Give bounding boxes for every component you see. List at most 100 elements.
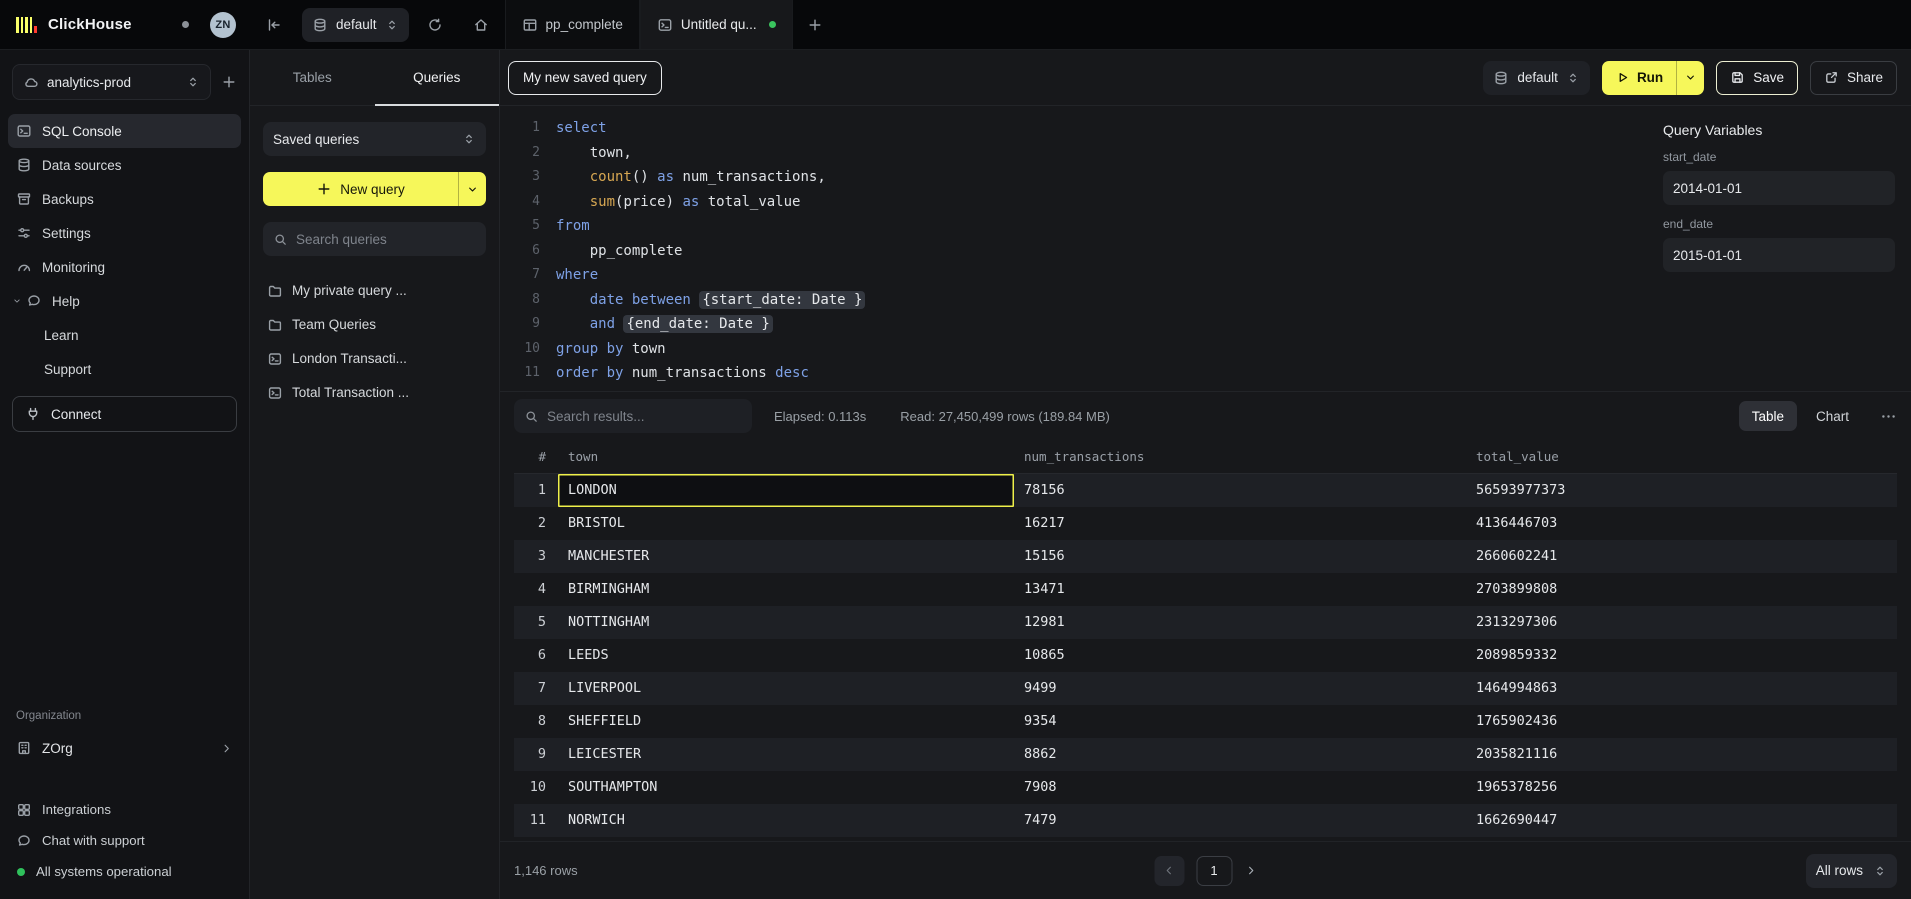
search-results-input[interactable] [547,409,742,424]
connect-button[interactable]: Connect [12,396,237,432]
organization-selector[interactable]: ZOrg [0,730,249,766]
row-index-cell[interactable]: 6 [514,639,558,672]
sidebar-item-learn[interactable]: Learn [8,318,241,352]
save-button[interactable]: Save [1716,61,1798,95]
prev-page-button[interactable] [1154,856,1184,886]
data-cell[interactable]: 1965378256 [1466,771,1897,804]
search-queries-input[interactable] [296,232,476,247]
data-cell[interactable]: NOTTINGHAM [558,606,1014,639]
database-selector[interactable]: default [302,8,409,42]
data-cell[interactable]: NORWICH [558,804,1014,837]
row-index-cell[interactable]: 4 [514,573,558,606]
data-cell[interactable]: 13471 [1014,573,1466,606]
new-query-dropdown[interactable] [458,172,486,206]
data-cell[interactable]: 7479 [1014,804,1466,837]
home-icon[interactable] [473,17,489,33]
data-cell[interactable]: BIRMINGHAM [558,573,1014,606]
data-cell[interactable]: 10865 [1014,639,1466,672]
service-selector[interactable]: analytics-prod [12,64,211,100]
row-index-cell[interactable]: 1 [514,474,558,507]
table-row: 4BIRMINGHAM134712703899808 [514,573,1897,606]
sidebar-item-support[interactable]: Support [8,352,241,386]
sql-editor[interactable]: 1select2 town,3 count() as num_transacti… [500,106,1647,391]
tab-tables[interactable]: Tables [250,50,375,105]
new-tab-icon[interactable] [807,17,823,33]
column-header-town[interactable]: town [558,440,1014,473]
sidebar-item-sql-console[interactable]: SQL Console [8,114,241,148]
view-tab-table[interactable]: Table [1739,401,1797,431]
tab-queries[interactable]: Queries [375,50,500,105]
run-database-selector[interactable]: default [1483,61,1590,95]
saved-query-item-london-transacti[interactable]: London Transacti... [263,342,486,375]
sidebar-item-monitoring[interactable]: Monitoring [8,250,241,284]
sidebar-footer-item-all-systems-operational[interactable]: All systems operational [0,856,249,887]
current-page[interactable]: 1 [1196,856,1232,886]
sidebar-footer-item-integrations[interactable]: Integrations [0,794,249,825]
sidebar-item-settings[interactable]: Settings [8,216,241,250]
refresh-icon[interactable] [427,17,443,33]
run-options-dropdown[interactable] [1676,61,1704,95]
data-cell[interactable]: SHEFFIELD [558,705,1014,738]
data-cell[interactable]: 2313297306 [1466,606,1897,639]
column-header-num-transactions[interactable]: num_transactions [1014,440,1466,473]
document-tab-untitled-qu[interactable]: Untitled qu... [640,0,793,49]
data-cell[interactable]: 1662690447 [1466,804,1897,837]
column-header-total-value[interactable]: total_value [1466,440,1897,473]
data-cell[interactable]: 15156 [1014,540,1466,573]
share-button[interactable]: Share [1810,61,1897,95]
data-cell[interactable]: 4136446703 [1466,507,1897,540]
data-cell[interactable]: LONDON [558,474,1014,507]
data-cell[interactable]: 9499 [1014,672,1466,705]
saved-query-item-team-queries[interactable]: Team Queries [263,308,486,341]
data-cell[interactable]: 9354 [1014,705,1466,738]
data-cell[interactable]: 78156 [1014,474,1466,507]
new-query-button[interactable]: New query [263,172,486,206]
page-size-selector[interactable]: All rows [1806,854,1897,888]
more-options-icon[interactable] [1880,408,1897,425]
column-header-index[interactable]: # [514,440,558,473]
data-cell[interactable]: LEEDS [558,639,1014,672]
saved-query-item-total-transaction[interactable]: Total Transaction ... [263,376,486,409]
data-cell[interactable]: 2703899808 [1466,573,1897,606]
row-index-cell[interactable]: 2 [514,507,558,540]
data-cell[interactable]: 16217 [1014,507,1466,540]
data-cell[interactable]: 2089859332 [1466,639,1897,672]
data-cell[interactable]: BRISTOL [558,507,1014,540]
view-tab-chart[interactable]: Chart [1803,401,1862,431]
collapse-sidebar-icon[interactable] [266,17,282,33]
variable-input-end_date[interactable] [1663,238,1895,272]
add-service-icon[interactable] [221,74,237,90]
data-cell[interactable]: LEICESTER [558,738,1014,771]
data-cell[interactable]: 12981 [1014,606,1466,639]
row-index-cell[interactable]: 11 [514,804,558,837]
row-index-cell[interactable]: 10 [514,771,558,804]
sidebar-footer-item-chat-with-support[interactable]: Chat with support [0,825,249,856]
data-cell[interactable]: SOUTHAMPTON [558,771,1014,804]
sidebar-item-data-sources[interactable]: Data sources [8,148,241,182]
saved-queries-filter[interactable]: Saved queries [263,122,486,156]
saved-query-tab[interactable]: My new saved query [508,61,662,95]
saved-query-item-my-private-query[interactable]: My private query ... [263,274,486,307]
row-index-cell[interactable]: 5 [514,606,558,639]
data-cell[interactable]: 1464994863 [1466,672,1897,705]
sidebar-item-help[interactable]: Help [8,284,241,318]
row-index-cell[interactable]: 7 [514,672,558,705]
run-button[interactable]: Run [1602,61,1704,95]
data-cell[interactable]: 1765902436 [1466,705,1897,738]
data-cell[interactable]: 8862 [1014,738,1466,771]
data-cell[interactable]: 2035821116 [1466,738,1897,771]
row-index-cell[interactable]: 9 [514,738,558,771]
sidebar-item-backups[interactable]: Backups [8,182,241,216]
data-cell[interactable]: MANCHESTER [558,540,1014,573]
brand-name: ClickHouse [48,16,132,33]
data-cell[interactable]: LIVERPOOL [558,672,1014,705]
row-index-cell[interactable]: 8 [514,705,558,738]
data-cell[interactable]: 2660602241 [1466,540,1897,573]
document-tab-pp-complete[interactable]: pp_complete [505,0,640,49]
variable-input-start_date[interactable] [1663,171,1895,205]
user-avatar[interactable]: ZN [210,12,236,38]
data-cell[interactable]: 56593977373 [1466,474,1897,507]
row-index-cell[interactable]: 3 [514,540,558,573]
data-cell[interactable]: 7908 [1014,771,1466,804]
next-page-button[interactable] [1244,864,1257,877]
